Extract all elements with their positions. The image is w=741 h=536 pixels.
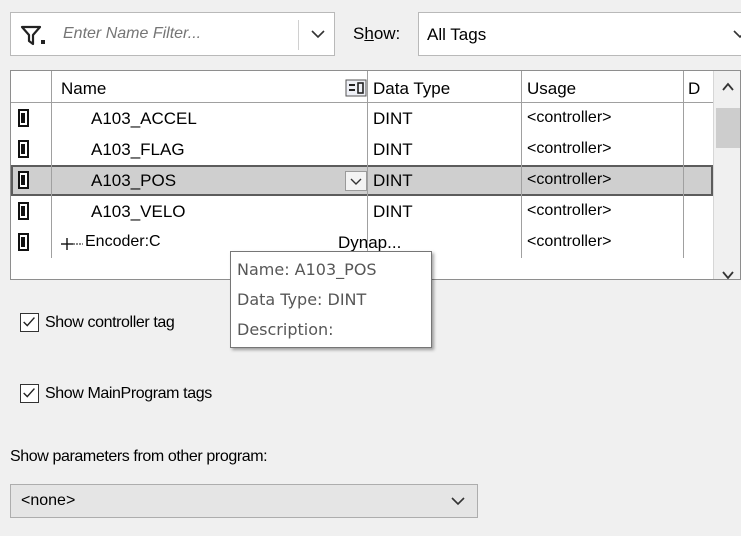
tag-usage: <controller> bbox=[527, 202, 612, 219]
show-mainprogram-tags-checkbox[interactable] bbox=[20, 384, 39, 403]
column-filter-icon[interactable] bbox=[345, 79, 367, 97]
column-header-name[interactable]: Name bbox=[61, 79, 106, 99]
table-row[interactable]: A103_FLAG DINT <controller> bbox=[11, 134, 713, 165]
tag-icon bbox=[18, 202, 29, 220]
checkmark-icon bbox=[23, 317, 35, 327]
table-row[interactable]: A103_VELO DINT <controller> bbox=[11, 196, 713, 227]
name-filter-input[interactable] bbox=[63, 21, 293, 47]
tag-icon bbox=[18, 233, 29, 251]
chevron-down-icon[interactable] bbox=[447, 490, 469, 512]
column-divider bbox=[521, 71, 522, 258]
parameters-label: Show parameters from other program: bbox=[10, 448, 268, 465]
tag-usage: <controller> bbox=[527, 109, 612, 126]
tag-data-type: DINT bbox=[373, 140, 413, 159]
show-label: Show: bbox=[353, 24, 401, 43]
other-program-select[interactable]: <none> bbox=[10, 484, 478, 518]
show-controller-tags-label[interactable]: Show controller tag bbox=[45, 314, 230, 332]
tag-name: Encoder:C bbox=[85, 233, 161, 250]
column-header-usage[interactable]: Usage bbox=[527, 79, 576, 99]
tag-usage: <controller> bbox=[527, 171, 612, 188]
tooltip-name-line: Name: A103_POS bbox=[237, 260, 377, 279]
tag-usage: <controller> bbox=[527, 140, 612, 157]
table-row-selected[interactable]: A103_POS DINT <controller> bbox=[11, 165, 713, 196]
tag-name: A103_ACCEL bbox=[91, 109, 197, 128]
tag-grid[interactable]: Name Data Type Usage D A103_ACCEL DINT <… bbox=[10, 70, 741, 280]
tag-data-type: Dynap... bbox=[338, 233, 402, 252]
column-divider bbox=[51, 71, 52, 258]
column-header-data-type[interactable]: Data Type bbox=[373, 79, 450, 99]
scroll-down-icon[interactable] bbox=[719, 266, 737, 280]
show-selected-value: All Tags bbox=[427, 25, 487, 44]
vertical-scrollbar[interactable] bbox=[713, 71, 740, 280]
expand-plus-icon[interactable] bbox=[61, 237, 83, 251]
tag-data-type: DINT bbox=[373, 109, 413, 128]
filter-icon[interactable] bbox=[19, 22, 47, 48]
tag-usage: <controller> bbox=[527, 233, 612, 250]
name-filter-box[interactable] bbox=[10, 12, 335, 56]
tag-tooltip: Name: A103_POS Data Type: DINT Descripti… bbox=[230, 251, 432, 348]
show-select[interactable]: All Tags bbox=[418, 12, 741, 56]
chevron-down-icon[interactable] bbox=[307, 23, 329, 45]
column-divider bbox=[683, 71, 684, 258]
tooltip-type-line: Data Type: DINT bbox=[237, 290, 367, 309]
tag-data-type: DINT bbox=[373, 202, 413, 221]
column-divider bbox=[367, 71, 368, 258]
tag-name: A103_VELO bbox=[91, 202, 186, 221]
show-controller-tags-checkbox[interactable] bbox=[20, 313, 39, 332]
tag-icon bbox=[18, 140, 29, 158]
chevron-down-icon[interactable] bbox=[729, 23, 741, 45]
tag-data-type: DINT bbox=[373, 171, 413, 190]
column-header-description[interactable]: D bbox=[688, 79, 700, 99]
tag-icon bbox=[18, 109, 29, 127]
show-mainprogram-tags-label[interactable]: Show MainProgram tags bbox=[45, 385, 212, 403]
tag-name: A103_FLAG bbox=[91, 140, 185, 159]
table-row[interactable]: A103_ACCEL DINT <controller> bbox=[11, 103, 713, 134]
checkmark-icon bbox=[23, 388, 35, 398]
row-dropdown-button[interactable] bbox=[345, 171, 367, 191]
filter-divider bbox=[298, 20, 299, 50]
tooltip-description-line: Description: bbox=[237, 320, 334, 339]
scroll-up-icon[interactable] bbox=[719, 78, 737, 96]
other-program-selected-value: <none> bbox=[21, 492, 76, 509]
tag-icon bbox=[18, 171, 29, 189]
tag-name: A103_POS bbox=[91, 171, 177, 190]
scrollbar-thumb[interactable] bbox=[716, 108, 740, 148]
